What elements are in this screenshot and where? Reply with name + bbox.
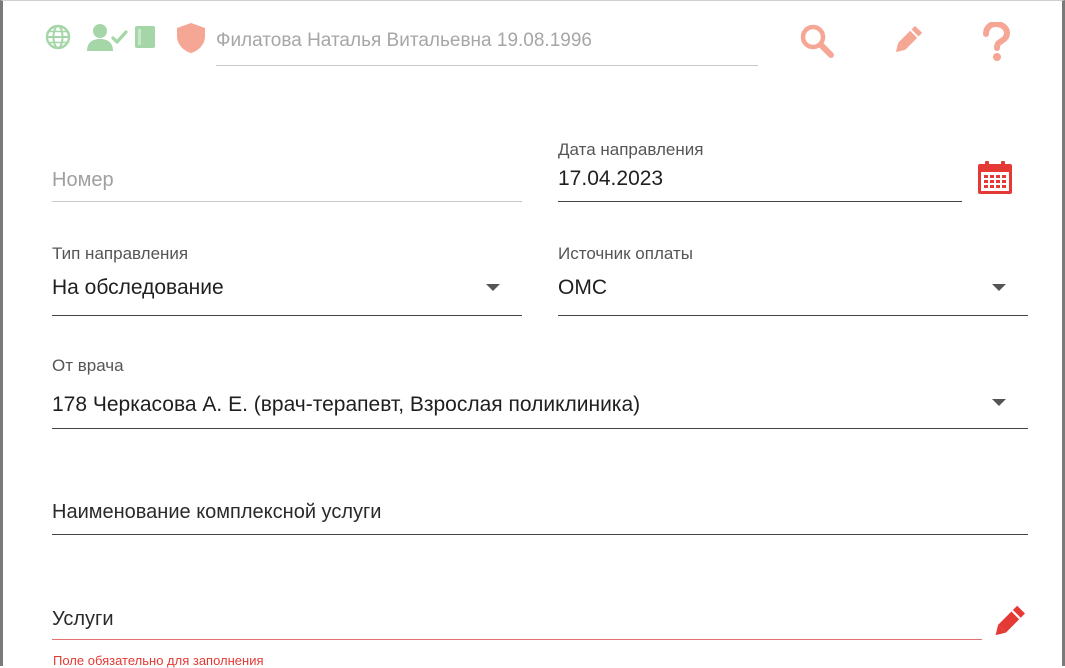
referral-type-select[interactable]: Тип направления На обследование: [52, 240, 522, 316]
chevron-down-icon[interactable]: [992, 399, 1006, 406]
help-icon[interactable]: [978, 22, 1012, 62]
pencil-icon[interactable]: [988, 602, 1028, 642]
chevron-down-icon[interactable]: [486, 284, 500, 291]
referral-date-underline: [558, 201, 962, 202]
referral-type-value: На обследование: [52, 276, 224, 299]
card-icon[interactable]: [134, 25, 156, 49]
pencil-icon[interactable]: [890, 22, 926, 58]
shield-icon[interactable]: [174, 22, 208, 54]
from-doctor-underline: [52, 428, 1028, 429]
from-doctor-label: От врача: [52, 356, 124, 375]
calendar-icon[interactable]: [976, 160, 1014, 196]
payment-source-value: ОМС: [558, 276, 607, 299]
user-check-icon[interactable]: [86, 22, 128, 52]
number-underline: [52, 201, 522, 202]
payment-source-label: Источник оплаты: [558, 244, 693, 263]
services-placeholder: Услуги: [52, 608, 114, 630]
complex-service-input[interactable]: Наименование комплексной услуги: [52, 496, 1028, 535]
referral-type-label: Тип направления: [52, 244, 189, 263]
referral-date-label: Дата направления: [558, 140, 704, 159]
complex-service-placeholder: Наименование комплексной услуги: [52, 501, 382, 523]
number-field[interactable]: Номер: [52, 160, 522, 202]
number-placeholder: Номер: [52, 169, 114, 191]
patient-field[interactable]: Филатова Наталья Витальевна 19.08.1996: [216, 26, 758, 66]
dialog-frame: [0, 0, 1065, 666]
payment-source-underline: [558, 315, 1028, 316]
globe-icon[interactable]: [44, 23, 72, 51]
from-doctor-value: 178 Черкасова А. Е. (врач-терапевт, Взро…: [52, 393, 641, 416]
referral-date-value: 17.04.2023: [558, 167, 664, 190]
from-doctor-select[interactable]: От врача 178 Черкасова А. Е. (врач-терап…: [52, 352, 1028, 429]
patient-name: Филатова Наталья Витальевна 19.08.1996: [216, 30, 592, 51]
chevron-down-icon[interactable]: [992, 284, 1006, 291]
services-input[interactable]: Услуги: [52, 604, 982, 640]
payment-source-select[interactable]: Источник оплаты ОМС: [558, 240, 1028, 316]
referral-date-field[interactable]: Дата направления 17.04.2023: [558, 136, 962, 202]
search-icon[interactable]: [798, 22, 836, 60]
services-underline: [52, 639, 982, 640]
referral-type-underline: [52, 315, 522, 316]
complex-service-underline: [52, 534, 1028, 535]
